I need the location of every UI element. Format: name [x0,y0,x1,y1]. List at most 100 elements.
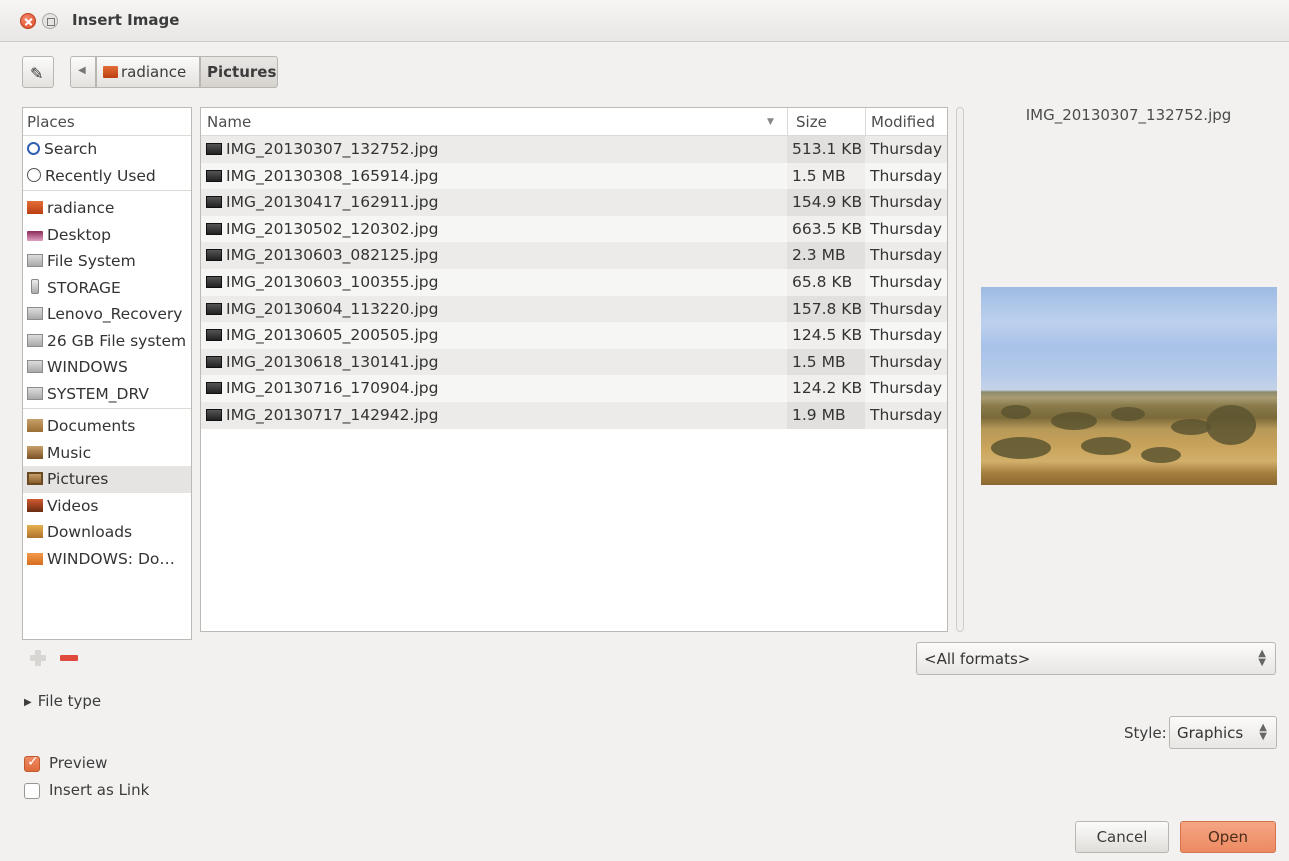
file-modified: Thursday [870,299,943,318]
drive-icon [27,360,43,373]
breadcrumb-label: Pictures [207,63,277,81]
image-file-icon [206,382,222,395]
file-modified: Thursday [870,326,943,345]
table-row[interactable]: IMG_20130604_113220.jpg 157.8 KB Thursday [201,295,947,323]
breadcrumb-label: radiance [121,63,187,81]
style-label: Style: [1124,724,1167,742]
home-folder-icon [27,201,43,214]
insert-as-link-checkbox[interactable] [24,783,40,799]
style-select[interactable]: Graphics ▲ ▼ [1169,716,1277,749]
column-header-modified[interactable]: Modified [871,113,935,131]
image-file-icon [206,196,222,209]
file-size: 1.5 MB [792,352,846,371]
spin-arrows-icon: ▲ ▼ [1259,722,1267,742]
usb-drive-icon [31,278,39,294]
sidebar-item-lenovo-recovery[interactable]: Lenovo_Recovery [23,301,191,328]
file-name: IMG_20130603_100355.jpg [226,272,439,291]
sidebar-item-storage[interactable]: STORAGE [23,275,191,302]
sidebar-item-documents[interactable]: Documents [23,413,191,440]
home-folder-icon [103,66,118,78]
preview-checkbox[interactable] [24,754,40,772]
sidebar-item-videos[interactable]: Videos [23,493,191,520]
file-name: IMG_20130308_165914.jpg [226,166,439,185]
sidebar-item-pictures[interactable]: Pictures [23,466,191,493]
sidebar-item-search[interactable]: Search [23,136,191,163]
clock-icon [27,167,41,182]
table-row[interactable]: IMG_20130717_142942.jpg 1.9 MB Thursday [201,401,947,429]
close-window-icon[interactable] [20,13,36,29]
file-size: 154.9 KB [792,193,863,212]
sidebar-item-music[interactable]: Music [23,440,191,467]
music-folder-icon [27,445,43,459]
column-header-size[interactable]: Size [796,113,827,131]
file-name: IMG_20130307_132752.jpg [226,140,439,158]
file-modified: Thursday [870,246,943,265]
table-row[interactable]: IMG_20130603_082125.jpg 2.3 MB Thursday [201,242,947,269]
table-row[interactable]: IMG_20130308_165914.jpg 1.5 MB Thursday [201,162,947,190]
table-row[interactable]: IMG_20130605_200505.jpg 124.5 KB Thursday [201,322,947,349]
scrollbar-track[interactable] [956,107,964,632]
file-size: 124.2 KB [792,379,863,398]
table-row[interactable]: IMG_20130618_130141.jpg 1.5 MB Thursday [201,348,947,376]
file-list: Name ▼ Size Modified IMG_20130307_132752… [200,107,948,632]
sidebar-item-system-drv[interactable]: SYSTEM_DRV [23,381,191,408]
column-divider [865,108,866,136]
file-name: IMG_20130605_200505.jpg [226,326,439,345]
window-title: Insert Image [72,11,180,29]
remove-bookmark-icon[interactable] [60,655,78,661]
table-row[interactable]: IMG_20130307_132752.jpg 513.1 KB Thursday [201,136,947,163]
file-rows: IMG_20130307_132752.jpg 513.1 KB Thursday I… [201,136,947,429]
preview-image [981,287,1277,485]
file-name: IMG_20130618_130141.jpg [226,352,439,371]
table-row[interactable]: IMG_20130716_170904.jpg 124.2 KB Thursday [201,375,947,402]
column-header-name[interactable]: Name [207,113,251,131]
search-icon [27,142,40,155]
file-type-expander[interactable]: ▶ File type [24,692,101,710]
path-scroll-left-button[interactable]: ◀ [70,56,96,88]
file-modified: Thursday [870,140,943,158]
file-name: IMG_20130417_162911.jpg [226,193,439,212]
drive-icon [27,307,43,320]
add-bookmark-icon[interactable] [30,650,46,666]
image-file-icon [206,249,222,262]
image-file-icon [206,275,222,288]
image-file-icon [206,355,222,368]
sidebar-separator [23,190,191,191]
places-sidebar: Places Search Recently Used radiance Des… [22,107,192,640]
file-size: 157.8 KB [792,299,863,318]
sidebar-item-windows-docs[interactable]: WINDOWS: Do… [23,546,191,573]
open-button[interactable]: Open [1180,821,1276,853]
image-file-icon [206,329,222,342]
type-location-button[interactable]: ✎ [22,56,54,88]
image-file-icon [206,302,222,315]
format-filter-select[interactable]: <All formats> ▲ ▼ [916,642,1276,675]
breadcrumb-radiance[interactable]: radiance [96,56,200,88]
table-row[interactable]: IMG_20130417_162911.jpg 154.9 KB Thursday [201,189,947,216]
image-file-icon [206,222,222,235]
file-name: IMG_20130717_142942.jpg [226,405,439,424]
sidebar-item-radiance[interactable]: radiance [23,195,191,222]
pencil-icon: ✎ [30,64,44,83]
file-list-scrollbar[interactable] [953,107,966,632]
pictures-folder-icon [27,472,43,485]
spin-arrows-icon: ▲ ▼ [1258,648,1266,668]
column-divider [787,108,788,136]
sidebar-item-desktop[interactable]: Desktop [23,222,191,249]
breadcrumb-pictures[interactable]: Pictures [200,56,278,88]
table-row[interactable]: IMG_20130603_100355.jpg 65.8 KB Thursday [201,268,947,296]
sidebar-item-file-system[interactable]: File System [23,248,191,275]
sidebar-item-recently-used[interactable]: Recently Used [23,163,191,190]
maximize-window-icon[interactable] [42,13,58,29]
downloads-folder-icon [27,525,43,538]
sidebar-item-26gb-file-system[interactable]: 26 GB File system [23,328,191,355]
preview-checkbox-label[interactable]: Preview [49,754,107,772]
sidebar-item-windows[interactable]: WINDOWS [23,354,191,381]
sidebar-item-downloads[interactable]: Downloads [23,519,191,546]
format-filter-value: <All formats> [924,650,1031,668]
table-row[interactable]: IMG_20130502_120302.jpg 663.5 KB Thursday [201,215,947,243]
desktop-icon [27,230,43,241]
insert-as-link-label[interactable]: Insert as Link [49,781,149,799]
cancel-button[interactable]: Cancel [1075,821,1169,853]
file-name: IMG_20130604_113220.jpg [226,299,439,318]
file-modified: Thursday [870,219,943,238]
